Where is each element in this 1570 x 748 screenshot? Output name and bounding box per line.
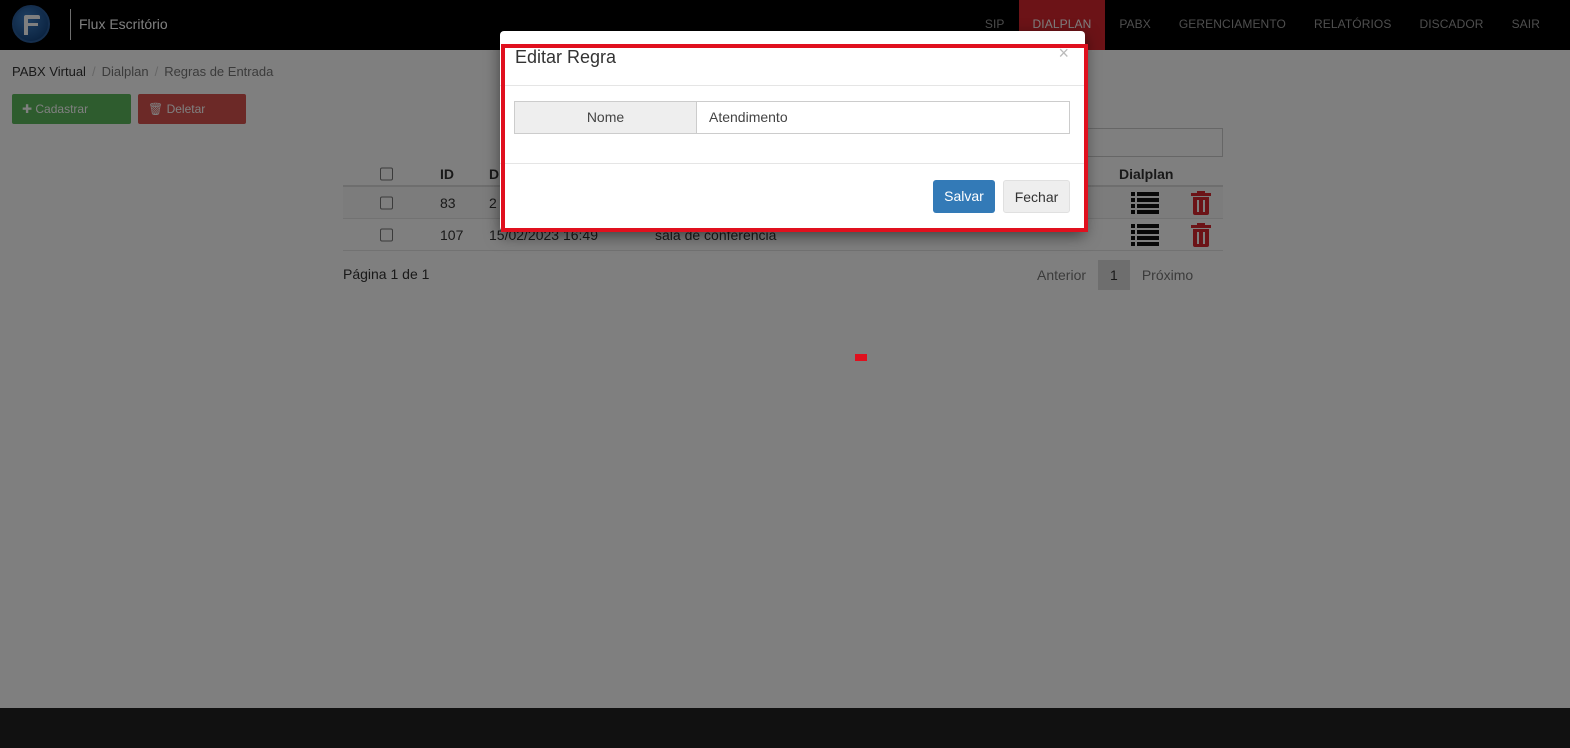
modal-divider: [500, 85, 1085, 86]
close-icon[interactable]: ×: [1058, 43, 1069, 64]
modal-title: Editar Regra: [515, 47, 617, 67]
cursor-marker: [855, 354, 867, 361]
name-input-group: Nome Atendimento: [514, 101, 1070, 134]
close-button[interactable]: Fechar: [1003, 180, 1070, 213]
modal-divider: [500, 163, 1085, 164]
name-field-label: Nome: [515, 102, 697, 133]
edit-rule-modal: Editar Regra × Nome Atendimento Salvar F…: [500, 31, 1085, 231]
save-button[interactable]: Salvar: [933, 180, 995, 213]
name-field[interactable]: Atendimento: [697, 102, 1069, 133]
